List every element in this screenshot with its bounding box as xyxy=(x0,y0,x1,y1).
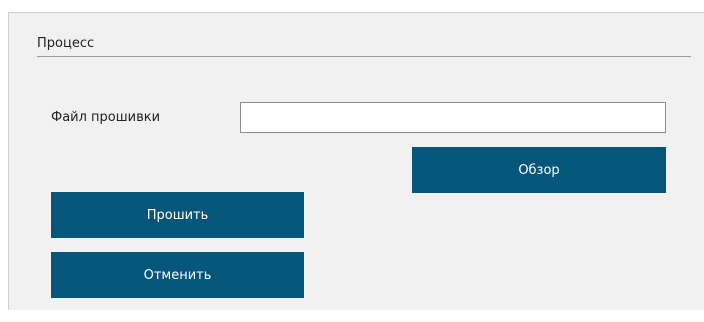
cancel-button[interactable]: Отменить xyxy=(51,252,304,298)
firmware-file-label: Файл прошивки xyxy=(51,110,161,125)
section-title: Процесс xyxy=(37,36,95,51)
firmware-file-input[interactable] xyxy=(240,102,666,133)
process-panel: Процесс Файл прошивки Обзор Прошить Отме… xyxy=(8,12,704,310)
browse-button[interactable]: Обзор xyxy=(412,147,666,193)
section-divider xyxy=(37,56,691,57)
flash-button[interactable]: Прошить xyxy=(51,192,304,238)
